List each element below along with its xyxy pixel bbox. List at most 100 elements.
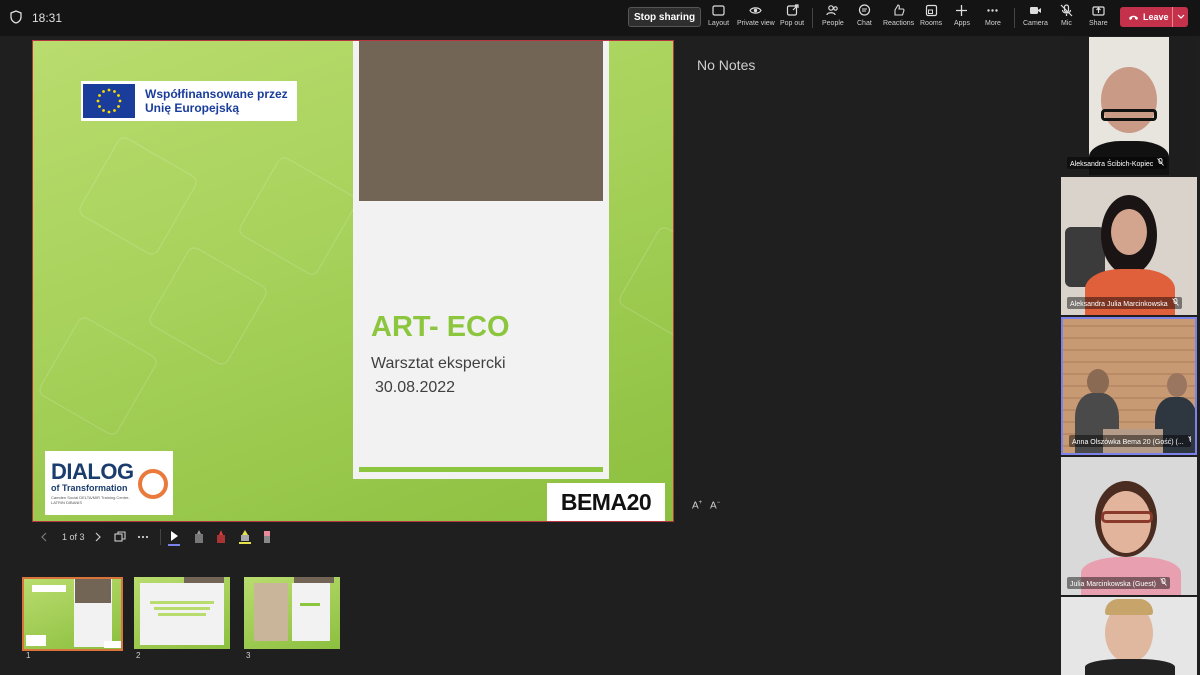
eu-cofinancing-logo: Współfinansowane przez Unię Europejską [81, 81, 297, 121]
rooms-icon [925, 4, 937, 17]
slide-thumbnail-1[interactable] [22, 577, 123, 651]
eu-line-1: Współfinansowane przez [145, 87, 288, 101]
meeting-toolbar: 18:31 Stop sharing Layout Private view P… [0, 0, 1200, 36]
rooms-button[interactable]: Rooms [920, 4, 942, 32]
hair [1105, 599, 1153, 615]
reactions-icon [894, 4, 905, 16]
highlighter-tool-button[interactable] [238, 528, 252, 546]
slide-accent-line [359, 467, 603, 472]
slide-date: 30.08.2022 [375, 379, 456, 396]
camera-icon [1029, 7, 1041, 14]
previous-slide-button[interactable] [40, 528, 48, 546]
red-pen-tool-button[interactable] [215, 528, 227, 546]
slide-title: ART- ECO [371, 311, 510, 343]
slide-decoration [236, 154, 360, 278]
participant-tile[interactable] [1061, 597, 1197, 675]
private-view-button[interactable]: Private view [737, 4, 775, 32]
chevron-left-icon [41, 532, 47, 542]
mic-off-icon [1060, 4, 1073, 17]
participant-name: Aleksandra Ścibich-Kopiec [1067, 157, 1168, 169]
participant-name: Aleksandra Julia Marcinkowska [1067, 297, 1182, 309]
controls-divider [160, 529, 161, 545]
slide-subtitle: Warsztat ekspercki [371, 355, 506, 372]
slide-thumbnail-number: 2 [136, 651, 141, 660]
slide-thumbnail-number: 3 [246, 651, 251, 660]
increase-font-button[interactable]: A+ [692, 500, 702, 511]
mic-button[interactable]: Mic [1060, 4, 1073, 32]
slide-counter: 1 of 3 [62, 532, 85, 542]
chevron-down-icon [1177, 14, 1184, 19]
red-pen-icon [217, 530, 225, 543]
eu-line-2: Unię Europejską [145, 101, 240, 115]
next-slide-button[interactable] [94, 528, 102, 546]
pop-out-icon [786, 4, 799, 16]
meeting-timer: 18:31 [32, 11, 63, 25]
decrease-font-button[interactable]: A− [710, 500, 720, 511]
eu-flag-icon [83, 84, 135, 118]
leave-options-dropdown[interactable] [1172, 7, 1188, 27]
more-icon [137, 535, 149, 539]
bema20-logo: BEMA20 [547, 483, 665, 521]
slide-thumbnail-2[interactable] [134, 577, 230, 649]
slide-thumbnail-3[interactable] [244, 577, 340, 649]
slide-grid-button[interactable] [114, 528, 126, 546]
share-button[interactable]: Share [1089, 4, 1108, 32]
pen-tool-button[interactable] [193, 528, 205, 546]
leave-button[interactable]: Leave [1120, 7, 1188, 27]
presentation-slide: Współfinansowane przez Unię Europejską A… [32, 40, 674, 522]
pen-icon [195, 530, 203, 543]
speaker-notes: No Notes [697, 57, 756, 73]
copy-icon [114, 531, 126, 542]
phone-hangup-icon [1129, 15, 1138, 20]
pointer-icon [171, 531, 178, 541]
glasses [1101, 511, 1153, 523]
mic-off-icon [1157, 158, 1165, 166]
slide-title-panel: ART- ECO Warsztat ekspercki 30.08.2022 [353, 41, 609, 479]
pointer-tool-button[interactable] [168, 528, 180, 546]
participant-tile[interactable]: Aleksandra Julia Marcinkowska [1061, 177, 1197, 315]
pop-out-button[interactable]: Pop out [780, 4, 804, 32]
mic-off-icon [1171, 298, 1179, 306]
highlighter-icon [239, 530, 251, 544]
glasses [1101, 109, 1157, 121]
mic-off-icon [1187, 436, 1191, 442]
layout-button[interactable]: Layout [708, 4, 729, 32]
dialog-of-transformation-logo: DIALOG of Transformation Camden Social D… [45, 451, 173, 515]
slide-more-button[interactable] [137, 528, 149, 546]
participant-tile-active[interactable]: Anna Olszówka Bema 20 (Gość) (... [1061, 317, 1197, 455]
participant-name: Anna Olszówka Bema 20 (Gość) (... [1069, 435, 1191, 447]
participant-tile[interactable]: Aleksandra Ścibich-Kopiec [1061, 37, 1197, 175]
eye-icon [749, 7, 763, 14]
slide-thumbnail-number: 1 [26, 651, 31, 660]
mic-off-icon [1160, 578, 1167, 586]
shield-icon [10, 10, 22, 24]
participant-video [1087, 369, 1109, 395]
eraser-icon [264, 531, 270, 543]
more-icon [987, 9, 999, 12]
toolbar-divider [812, 8, 813, 28]
more-button[interactable]: More [985, 4, 1001, 32]
chat-button[interactable]: Chat [857, 4, 872, 32]
apps-button[interactable]: Apps [954, 4, 970, 32]
camera-button[interactable]: Camera [1023, 4, 1048, 32]
stop-sharing-button[interactable]: Stop sharing [628, 7, 701, 27]
reactions-button[interactable]: Reactions [883, 4, 914, 32]
participant-tile[interactable]: Julia Marcinkowska (Guest) [1061, 457, 1197, 595]
chevron-right-icon [95, 532, 101, 542]
participant-name: Julia Marcinkowska (Guest) [1067, 577, 1170, 589]
slide-image-placeholder [359, 41, 603, 201]
chat-icon [858, 4, 870, 16]
people-button[interactable]: People [822, 4, 844, 32]
slide-decoration [76, 134, 200, 258]
eraser-tool-button[interactable] [261, 528, 273, 546]
plus-icon [956, 5, 968, 16]
layout-icon [712, 5, 725, 16]
slide-decoration [616, 224, 673, 348]
share-icon [1092, 6, 1105, 16]
participant-video [1101, 67, 1157, 133]
toolbar-divider [1014, 8, 1015, 28]
slide-decoration [36, 314, 160, 438]
people-icon [826, 5, 839, 16]
slide-decoration [146, 244, 270, 368]
dialog-logo-mark [138, 469, 168, 499]
